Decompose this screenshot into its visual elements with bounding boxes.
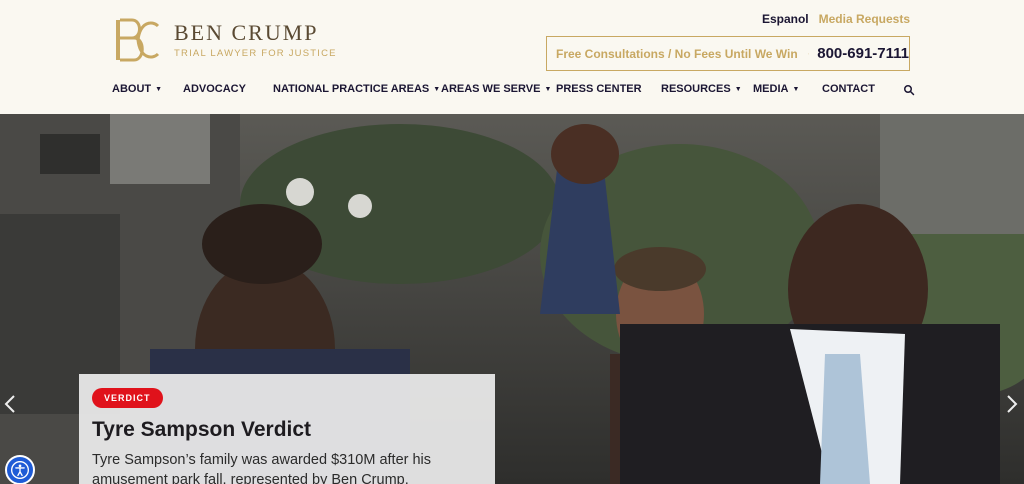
consultation-banner[interactable]: Free Consultations / No Fees Until We Wi… [546,36,910,71]
nav-press-center[interactable]: PRESS CENTER [556,83,642,95]
accessibility-icon [11,461,29,479]
logo-monogram [114,18,160,62]
nav-resources[interactable]: RESOURCES ▼ [661,83,742,95]
consultation-text: Free Consultations / No Fees Until We Wi… [556,46,798,61]
nav-practice-label: NATIONAL PRACTICE AREAS [273,83,430,95]
espanol-link[interactable]: Espanol [762,12,809,26]
nav-resources-label: RESOURCES [661,83,731,95]
phone-number[interactable]: 800-691-7111 [817,45,909,62]
site-header: BEN CRUMP TRIAL LAWYER FOR JUSTICE Espan… [0,0,1024,114]
hero-slider: VERDICT Tyre Sampson Verdict Tyre Sampso… [0,114,1024,484]
hero-description: Tyre Sampson’s family was awarded $310M … [92,452,432,484]
chevron-down-icon: ▼ [734,85,742,93]
brand-name: BEN CRUMP [174,20,319,45]
hero-caption-card: VERDICT Tyre Sampson Verdict Tyre Sampso… [79,374,495,484]
search-icon[interactable] [903,84,915,96]
hero-title[interactable]: Tyre Sampson Verdict [92,418,482,442]
chevron-left-icon[interactable] [4,394,18,414]
chevron-right-icon[interactable] [1006,394,1020,414]
chevron-down-icon: ▼ [433,85,441,93]
nav-media[interactable]: MEDIA ▼ [753,83,799,95]
brand-tagline: TRIAL LAWYER FOR JUSTICE [174,48,337,59]
chevron-down-icon: ▼ [155,85,163,93]
chevron-down-icon: ▼ [544,85,552,93]
nav-areas-we-serve[interactable]: AREAS WE SERVE ▼ [441,83,551,95]
verdict-badge: VERDICT [92,388,163,408]
nav-press-label: PRESS CENTER [556,83,642,95]
top-links: Espanol Media Requests [762,12,910,26]
nav-advocacy-label: ADVOCACY [183,83,246,95]
nav-about-label: ABOUT [112,83,152,95]
nav-national-practice-areas[interactable]: NATIONAL PRACTICE AREAS ▼ [273,83,440,95]
nav-areas-label: AREAS WE SERVE [441,83,541,95]
chevron-down-icon: ▼ [792,85,800,93]
nav-about[interactable]: ABOUT ▼ [112,83,162,95]
nav-media-label: MEDIA [753,83,789,95]
main-nav: ABOUT ▼ ADVOCACY NATIONAL PRACTICE AREAS ▼… [0,83,1024,101]
logo[interactable]: BEN CRUMP TRIAL LAWYER FOR JUSTICE [114,18,337,62]
accessibility-button[interactable] [5,455,35,484]
phone-icon [807,52,810,55]
nav-advocacy[interactable]: ADVOCACY [183,83,246,95]
nav-contact-label: CONTACT [822,83,875,95]
media-requests-link[interactable]: Media Requests [819,12,910,26]
nav-contact[interactable]: CONTACT [822,83,875,95]
